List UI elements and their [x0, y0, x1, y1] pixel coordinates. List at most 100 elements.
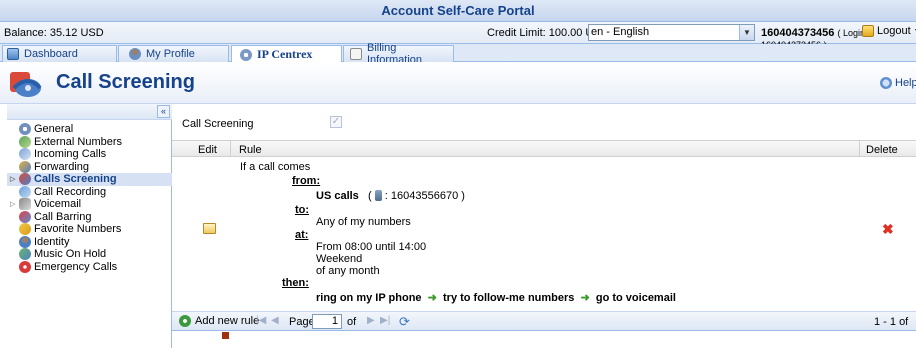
- sidebar-item-call-recording[interactable]: Call Recording: [7, 185, 172, 199]
- sidebar-item-identity[interactable]: Identity: [7, 235, 172, 249]
- call-barring-icon: [19, 210, 31, 223]
- document-icon: [350, 48, 362, 60]
- expand-arrow-icon[interactable]: ▷: [10, 200, 15, 208]
- main-tabs: Dashboard My Profile IP Centrex Billing …: [0, 42, 916, 66]
- sidebar-nav: General External Numbers Incoming Calls …: [7, 123, 172, 273]
- balance-text: Balance: 35.12 USD: [4, 27, 104, 39]
- window-title: Account Self-Care Portal: [0, 0, 916, 22]
- voicemail-icon: [19, 198, 31, 211]
- identity-icon: [19, 235, 31, 248]
- phones-icon: [19, 135, 31, 148]
- sidebar-item-music-on-hold[interactable]: Music On Hold: [7, 248, 172, 261]
- logout-label: Logout: [877, 25, 911, 37]
- sidebar-item-incoming-calls[interactable]: Incoming Calls: [7, 148, 172, 161]
- page-number-input[interactable]: 1: [312, 314, 342, 329]
- sidebar-item-label: Voicemail: [34, 198, 82, 211]
- music-icon: [19, 248, 31, 261]
- account-number: 160404373456: [761, 27, 835, 39]
- tab-my-profile-label: My Profile: [146, 48, 195, 60]
- sidebar-item-external-numbers[interactable]: External Numbers: [7, 135, 172, 149]
- collapse-sidebar-button[interactable]: «: [157, 105, 170, 118]
- table-row: If a call comes from: US calls ( : 16043…: [172, 158, 916, 304]
- refresh-icon[interactable]: ⟳: [399, 314, 410, 330]
- main-panel: Call Screening ✓ Edit Rule Delete If a c…: [172, 104, 916, 348]
- next-page-icon[interactable]: ▶: [367, 315, 375, 326]
- delete-rule-icon[interactable]: ✖: [882, 221, 894, 238]
- call-screening-icon: [19, 173, 31, 186]
- sidebar-item-label: Favorite Numbers: [34, 223, 122, 236]
- previous-page-icon[interactable]: ◀: [271, 315, 279, 326]
- info-bar: Balance: 35.12 USD Credit Limit: 100.00 …: [0, 22, 916, 50]
- sidebar-item-emergency-calls[interactable]: Emergency Calls: [7, 260, 172, 274]
- sidebar-item-label: Call Recording: [34, 185, 107, 198]
- language-value: en - English: [591, 26, 650, 38]
- call-recording-icon: [19, 185, 31, 198]
- rule-intro: If a call comes: [240, 161, 311, 173]
- rule-from-value-line: US calls ( : 16043556670 ): [316, 190, 465, 202]
- language-select[interactable]: en - English ▼: [588, 24, 755, 41]
- sidebar-item-label: External Numbers: [34, 135, 123, 148]
- record-count: 1 - 1 of: [874, 316, 909, 328]
- phone-icon: [374, 190, 382, 201]
- rules-grid-header: Edit Rule Delete: [172, 140, 916, 157]
- tab-my-profile[interactable]: My Profile: [118, 45, 229, 62]
- column-header-delete: Delete: [866, 144, 898, 156]
- tab-dashboard[interactable]: Dashboard: [2, 45, 117, 62]
- expand-arrow-icon[interactable]: ▷: [10, 175, 15, 183]
- call-screening-checkbox[interactable]: ✓: [330, 116, 342, 128]
- sidebar-header: «: [7, 104, 172, 120]
- sidebar-item-label: Incoming Calls: [34, 148, 107, 161]
- chevron-down-icon[interactable]: ▼: [739, 25, 754, 40]
- sidebar-item-label: Forwarding: [34, 160, 90, 173]
- sidebar-item-favorite-numbers[interactable]: Favorite Numbers: [7, 223, 172, 236]
- lock-icon: [862, 25, 874, 37]
- gear-icon: [19, 123, 31, 136]
- first-page-icon[interactable]: |◀: [256, 315, 266, 326]
- of-label: of: [347, 316, 357, 328]
- sidebar-item-label: Music On Hold: [34, 248, 107, 261]
- rule-to-value: Any of my numbers: [316, 216, 411, 228]
- sidebar-item-label: Call Barring: [34, 210, 92, 223]
- rule-to-label: to:: [295, 204, 310, 216]
- page-label: Page: [289, 316, 315, 328]
- add-new-rule-button[interactable]: Add new rule: [179, 315, 259, 327]
- call-screening-label: Call Screening: [182, 118, 254, 130]
- column-divider: [859, 141, 860, 157]
- logout-button[interactable]: Logout ▼: [862, 25, 916, 37]
- tab-ip-centrex[interactable]: IP Centrex: [231, 45, 342, 63]
- rule-then-label: then:: [282, 277, 309, 289]
- help-button[interactable]: Help: [880, 77, 916, 89]
- edit-rule-icon[interactable]: [203, 223, 216, 234]
- call-screening-large-icon: [10, 72, 42, 97]
- sidebar-item-voicemail[interactable]: ▷ Voicemail: [7, 198, 172, 211]
- forwarding-icon: [19, 160, 31, 173]
- last-page-icon[interactable]: ▶|: [380, 315, 390, 326]
- tab-ip-centrex-label: IP Centrex: [257, 47, 313, 61]
- rule-at-time: From 08:00 until 14:00: [316, 241, 427, 253]
- tab-billing-information[interactable]: Billing Information: [343, 42, 454, 66]
- rule-from-number: : 16043556670 ): [384, 190, 465, 202]
- sidebar-item-calls-screening[interactable]: ▷ Calls Screening: [7, 173, 172, 186]
- sidebar: « General External Numbers Incoming Call…: [7, 104, 172, 348]
- add-icon: [179, 315, 191, 327]
- dashboard-icon: [7, 48, 19, 60]
- favorite-icon: [19, 223, 31, 236]
- sidebar-item-label: Emergency Calls: [34, 260, 118, 273]
- column-header-edit: Edit: [198, 144, 217, 156]
- sidebar-item-forwarding[interactable]: Forwarding: [7, 160, 172, 174]
- help-icon: [880, 77, 892, 89]
- add-new-rule-label: Add new rule: [195, 315, 260, 327]
- resize-marker: [222, 332, 229, 339]
- sidebar-item-label: Calls Screening: [34, 173, 117, 186]
- page-header: Call Screening Help: [0, 62, 916, 104]
- rule-from-number-prefix: (: [367, 190, 372, 202]
- gear-icon: [240, 48, 252, 61]
- rule-at-label: at:: [295, 229, 309, 241]
- rule-at-month: of any month: [316, 265, 380, 277]
- sidebar-item-general[interactable]: General: [7, 123, 172, 136]
- sidebar-item-call-barring[interactable]: Call Barring: [7, 210, 172, 224]
- tab-dashboard-label: Dashboard: [24, 48, 78, 60]
- user-icon: [129, 48, 141, 60]
- sidebar-item-label: Identity: [34, 235, 70, 248]
- sidebar-item-label: General: [34, 123, 74, 136]
